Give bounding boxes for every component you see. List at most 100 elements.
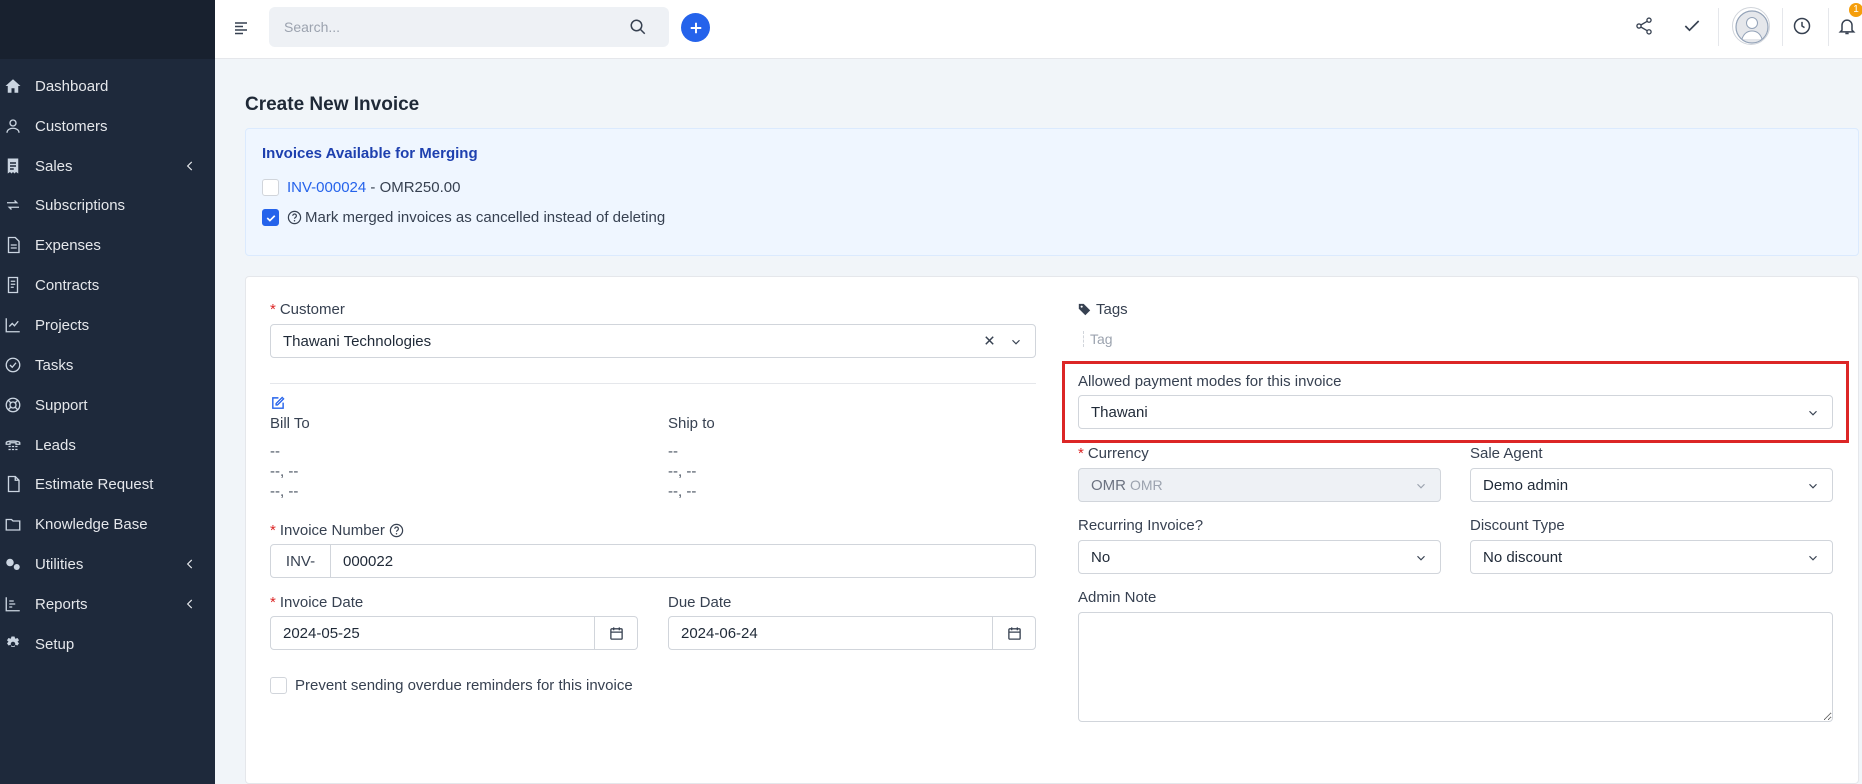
refresh-icon	[3, 195, 23, 215]
share-icon[interactable]	[1634, 16, 1656, 38]
invoice-prefix: INV-	[270, 544, 331, 578]
bell-icon[interactable]	[1837, 16, 1859, 38]
help-icon[interactable]	[287, 210, 303, 226]
contract-icon	[3, 275, 23, 295]
divider	[1782, 8, 1783, 46]
sidebar-item-dashboard[interactable]: Dashboard	[0, 68, 215, 104]
bill-to-line: --	[270, 443, 280, 460]
menu-toggle-icon[interactable]	[233, 20, 249, 36]
bill-to-label: Bill To	[270, 415, 310, 432]
calendar-icon	[1007, 626, 1021, 640]
ship-to-line: --	[668, 443, 678, 460]
customer-value: Thawani Technologies	[283, 332, 432, 350]
sidebar-item-setup[interactable]: Setup	[0, 626, 215, 662]
sidebar-item-estimate-request[interactable]: Estimate Request	[0, 466, 215, 502]
recurring-select[interactable]: No	[1078, 540, 1441, 574]
sidebar-item-tasks[interactable]: Tasks	[0, 347, 215, 383]
invoice-date-value: 2024-05-25	[283, 624, 360, 642]
chevron-down-icon	[1806, 551, 1820, 565]
due-date-calendar-button[interactable]	[992, 616, 1036, 650]
sidebar-item-sales[interactable]: Sales	[0, 148, 215, 184]
prevent-reminders-label: Prevent sending overdue reminders for th…	[295, 677, 633, 694]
tag-input[interactable]: Tag	[1090, 331, 1113, 347]
sidebar-item-label: Leads	[35, 436, 76, 454]
prevent-reminders-checkbox[interactable]	[270, 677, 287, 694]
sidebar-item-leads[interactable]: Leads	[0, 427, 215, 463]
sidebar-item-contracts[interactable]: Contracts	[0, 267, 215, 303]
merge-invoice-checkbox[interactable]	[262, 179, 279, 196]
chevron-down-icon	[1806, 479, 1820, 493]
invoice-date-input[interactable]: 2024-05-25	[270, 616, 596, 650]
invoice-number-input[interactable]: 000022	[330, 544, 1036, 578]
sidebar-item-label: Knowledge Base	[35, 515, 148, 533]
bar-chart-icon	[3, 594, 23, 614]
sidebar-item-expenses[interactable]: Expenses	[0, 227, 215, 263]
sale-agent-value: Demo admin	[1483, 476, 1569, 494]
sidebar-item-projects[interactable]: Projects	[0, 307, 215, 343]
chevron-down-icon	[1414, 551, 1428, 565]
sidebar-item-subscriptions[interactable]: Subscriptions	[0, 187, 215, 223]
avatar[interactable]	[1732, 7, 1770, 45]
merge-invoices-panel: Invoices Available for Merging INV-00002…	[245, 128, 1859, 256]
sidebar-item-label: Projects	[35, 316, 90, 334]
sidebar-item-label: Contracts	[35, 276, 100, 294]
document-icon	[3, 474, 23, 494]
sidebar-item-label: Dashboard	[35, 77, 109, 95]
merge-panel-title: Invoices Available for Merging	[262, 145, 478, 162]
search-input[interactable]	[269, 7, 609, 47]
topbar: 1	[215, 0, 1862, 59]
mark-cancelled-checkbox[interactable]	[262, 209, 279, 226]
currency-value: OMR	[1091, 476, 1126, 494]
clock-icon[interactable]	[1792, 16, 1814, 38]
tag-icon	[1078, 303, 1092, 317]
page-title: Create New Invoice	[245, 94, 420, 115]
calendar-icon	[609, 626, 623, 640]
plus-icon	[690, 22, 701, 33]
currency-select[interactable]: OMR OMR	[1078, 468, 1441, 502]
customer-label: * Customer	[270, 301, 345, 318]
sidebar-item-customers[interactable]: Customers	[0, 108, 215, 144]
admin-note-label: Admin Note	[1078, 589, 1157, 606]
chevron-down-icon	[1009, 335, 1023, 349]
search-icon[interactable]	[629, 18, 647, 36]
due-date-input[interactable]: 2024-06-24	[668, 616, 994, 650]
sidebar-item-label: Support	[35, 396, 88, 414]
sidebar: Dashboard Customers Sales Subscriptions …	[0, 0, 215, 784]
home-icon	[3, 76, 23, 96]
bill-to-line: --, --	[270, 483, 299, 500]
edit-icon[interactable]	[270, 396, 286, 412]
sidebar-item-label: Setup	[35, 635, 75, 653]
sidebar-item-support[interactable]: Support	[0, 387, 215, 423]
payment-modes-select[interactable]: Thawani	[1078, 395, 1833, 429]
invoice-date-calendar-button[interactable]	[594, 616, 638, 650]
file-icon	[3, 235, 23, 255]
due-date-label: Due Date	[668, 594, 732, 611]
receipt-icon	[3, 156, 23, 176]
sidebar-item-utilities[interactable]: Utilities	[0, 546, 215, 582]
folder-icon	[3, 514, 23, 534]
customer-select[interactable]: Thawani Technologies	[270, 324, 1036, 358]
invoice-amount: - OMR250.00	[366, 179, 461, 196]
gear-icon	[3, 634, 23, 654]
checkmark-icon[interactable]	[1682, 16, 1704, 38]
payment-modes-label: Allowed payment modes for this invoice	[1078, 373, 1342, 390]
lifebuoy-icon	[3, 395, 23, 415]
help-icon[interactable]	[389, 523, 405, 539]
bill-to-line: --, --	[270, 463, 299, 480]
quick-create-button[interactable]	[681, 13, 710, 42]
chevron-left-icon	[183, 597, 197, 611]
sidebar-item-knowledge-base[interactable]: Knowledge Base	[0, 506, 215, 542]
recurring-value: No	[1091, 548, 1111, 566]
chart-icon	[3, 315, 23, 335]
admin-note-textarea[interactable]	[1078, 612, 1833, 722]
discount-type-select[interactable]: No discount	[1470, 540, 1833, 574]
sidebar-item-reports[interactable]: Reports	[0, 586, 215, 622]
invoice-date-label: * Invoice Date	[270, 594, 364, 611]
sale-agent-select[interactable]: Demo admin	[1470, 468, 1833, 502]
clear-icon[interactable]	[983, 334, 997, 348]
tag-input-cursor	[1083, 331, 1084, 347]
tags-label: Tags	[1078, 301, 1128, 318]
invoice-link[interactable]: INV-000024	[287, 179, 366, 196]
mark-cancelled-row: Mark merged invoices as cancelled instea…	[287, 209, 665, 226]
chevron-down-icon	[1414, 479, 1428, 493]
